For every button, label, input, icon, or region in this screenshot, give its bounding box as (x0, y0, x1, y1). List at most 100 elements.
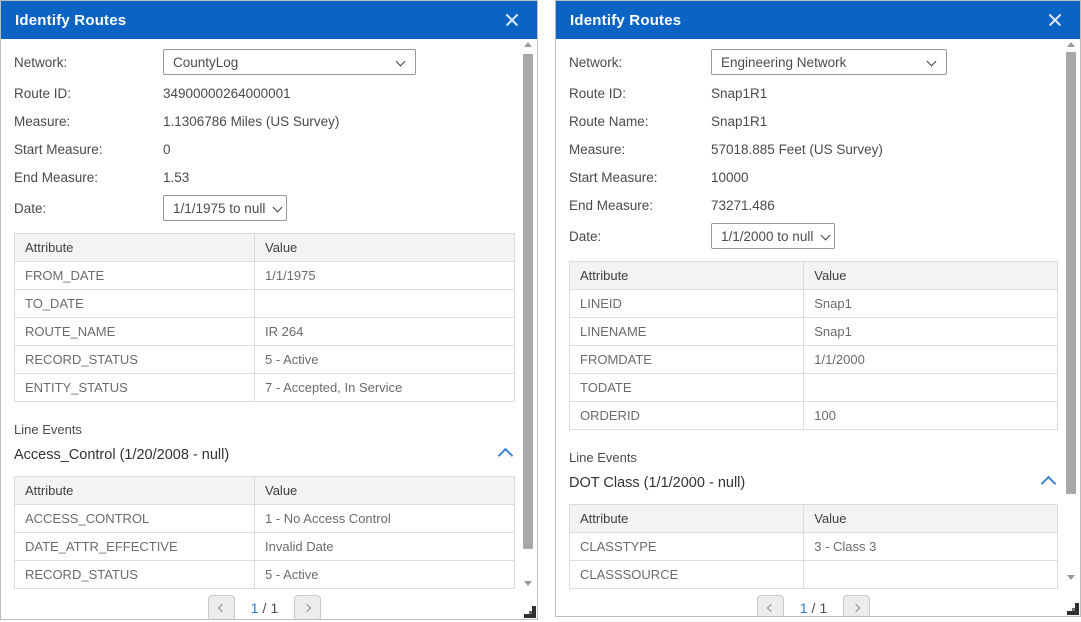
value-cell: Snap1 (804, 318, 1058, 346)
date-select[interactable]: 1/1/1975 to null (163, 195, 287, 221)
attribute-cell: TODATE (570, 374, 804, 402)
chevron-left-icon (217, 604, 225, 612)
network-label: Network: (14, 55, 163, 70)
prev-page-button[interactable] (757, 595, 784, 616)
panel-header: Identify Routes (1, 1, 537, 39)
date-select-value: 1/1/1975 to null (173, 201, 265, 216)
measure-row: Measure: 1.1306786 Miles (US Survey) (14, 107, 537, 135)
route-id-value: Snap1R1 (711, 86, 767, 101)
line-events-group-header[interactable]: Access_Control (1/20/2008 - null) (14, 442, 515, 468)
start-measure-label: Start Measure: (14, 142, 163, 157)
date-select-value: 1/1/2000 to null (721, 229, 813, 244)
date-label: Date: (569, 229, 711, 244)
end-measure-row: End Measure: 1.53 (14, 163, 537, 191)
scroll-down-icon[interactable] (1067, 575, 1075, 580)
attribute-cell: TO_DATE (15, 290, 255, 318)
collapse-chevron-icon[interactable] (498, 447, 514, 463)
column-header-attribute: Attribute (15, 234, 255, 262)
attribute-table: Attribute Value FROM_DATE 1/1/1975 TO_DA… (14, 233, 515, 402)
chevron-right-icon (304, 604, 312, 612)
network-field-row: Network: CountyLog (14, 45, 537, 79)
prev-page-button[interactable] (208, 595, 235, 619)
scrollbar-thumb[interactable] (1066, 52, 1076, 494)
pagination: 1/1 (14, 595, 515, 619)
route-name-value: Snap1R1 (711, 114, 767, 129)
value-cell: 7 - Accepted, In Service (255, 374, 515, 402)
scroll-down-icon[interactable] (524, 581, 532, 586)
panel-body: Network: CountyLog Route ID: 34900000264… (1, 39, 537, 619)
network-select[interactable]: CountyLog (163, 49, 416, 75)
table-row: DATE_ATTR_EFFECTIVE Invalid Date (15, 533, 515, 561)
end-measure-row: End Measure: 73271.486 (569, 191, 1080, 219)
column-header-value: Value (804, 505, 1058, 533)
date-label: Date: (14, 201, 163, 216)
column-header-value: Value (255, 477, 515, 505)
table-header-row: Attribute Value (15, 477, 515, 505)
value-cell (804, 374, 1058, 402)
value-cell: 5 - Active (255, 346, 515, 374)
table-row: CLASSTYPE 3 - Class 3 (570, 533, 1058, 561)
measure-label: Measure: (569, 142, 711, 157)
table-row: TO_DATE (15, 290, 515, 318)
chevron-down-icon (273, 203, 283, 213)
route-id-label: Route ID: (14, 86, 163, 101)
scrollbar[interactable] (1066, 42, 1077, 580)
table-row: ROUTE_NAME IR 264 (15, 318, 515, 346)
line-events-label: Line Events (569, 450, 1080, 470)
resize-handle[interactable] (524, 606, 536, 618)
chevron-down-icon (821, 231, 831, 241)
measure-label: Measure: (14, 114, 163, 129)
attribute-cell: ORDERID (570, 402, 804, 430)
line-events-table: Attribute Value CLASSTYPE 3 - Class 3 CL… (569, 504, 1058, 589)
resize-handle[interactable] (1067, 603, 1079, 615)
measure-value: 57018.885 Feet (US Survey) (711, 142, 883, 157)
fields-section: Network: CountyLog Route ID: 34900000264… (14, 39, 537, 225)
attribute-cell: CLASSTYPE (570, 533, 804, 561)
value-cell (255, 290, 515, 318)
table-header-row: Attribute Value (570, 505, 1058, 533)
table-row: LINEID Snap1 (570, 290, 1058, 318)
network-field-row: Network: Engineering Network (569, 45, 1080, 79)
identify-routes-panel-right: Identify Routes Network: Engineering Net… (555, 0, 1081, 617)
chevron-down-icon (396, 57, 406, 67)
next-page-button[interactable] (294, 595, 321, 619)
line-events-table: Attribute Value ACCESS_CONTROL 1 - No Ac… (14, 476, 515, 589)
panel-header: Identify Routes (556, 1, 1080, 39)
table-row: TODATE (570, 374, 1058, 402)
date-field-row: Date: 1/1/1975 to null (14, 191, 537, 225)
panel-title: Identify Routes (15, 12, 126, 29)
table-row: FROMDATE 1/1/2000 (570, 346, 1058, 374)
column-header-attribute: Attribute (15, 477, 255, 505)
network-select-value: CountyLog (173, 55, 238, 70)
value-cell: IR 264 (255, 318, 515, 346)
value-cell: 1 - No Access Control (255, 505, 515, 533)
end-measure-value: 1.53 (163, 170, 189, 185)
column-header-attribute: Attribute (570, 262, 804, 290)
attribute-cell: LINENAME (570, 318, 804, 346)
value-cell (804, 561, 1058, 589)
line-events-group-header[interactable]: DOT Class (1/1/2000 - null) (569, 470, 1058, 496)
collapse-chevron-icon[interactable] (1041, 475, 1057, 491)
start-measure-row: Start Measure: 10000 (569, 163, 1080, 191)
column-header-value: Value (804, 262, 1058, 290)
network-select[interactable]: Engineering Network (711, 49, 947, 75)
line-events-label: Line Events (14, 422, 537, 442)
scroll-up-icon[interactable] (524, 42, 532, 47)
start-measure-value: 0 (163, 142, 171, 157)
date-select[interactable]: 1/1/2000 to null (711, 223, 835, 249)
table-row: FROM_DATE 1/1/1975 (15, 262, 515, 290)
next-page-button[interactable] (843, 595, 870, 616)
scrollbar[interactable] (523, 42, 534, 586)
attribute-cell: RECORD_STATUS (15, 561, 255, 589)
scroll-up-icon[interactable] (1067, 42, 1075, 47)
attribute-cell: FROMDATE (570, 346, 804, 374)
fields-section: Network: Engineering Network Route ID: S… (569, 39, 1080, 253)
table-header-row: Attribute Value (570, 262, 1058, 290)
table-row: RECORD_STATUS 5 - Active (15, 346, 515, 374)
current-page: 1 (800, 600, 808, 616)
scrollbar-thumb[interactable] (523, 54, 533, 549)
close-icon[interactable] (503, 11, 521, 29)
page-indicator: 1/1 (251, 600, 278, 616)
close-icon[interactable] (1046, 11, 1064, 29)
date-field-row: Date: 1/1/2000 to null (569, 219, 1080, 253)
